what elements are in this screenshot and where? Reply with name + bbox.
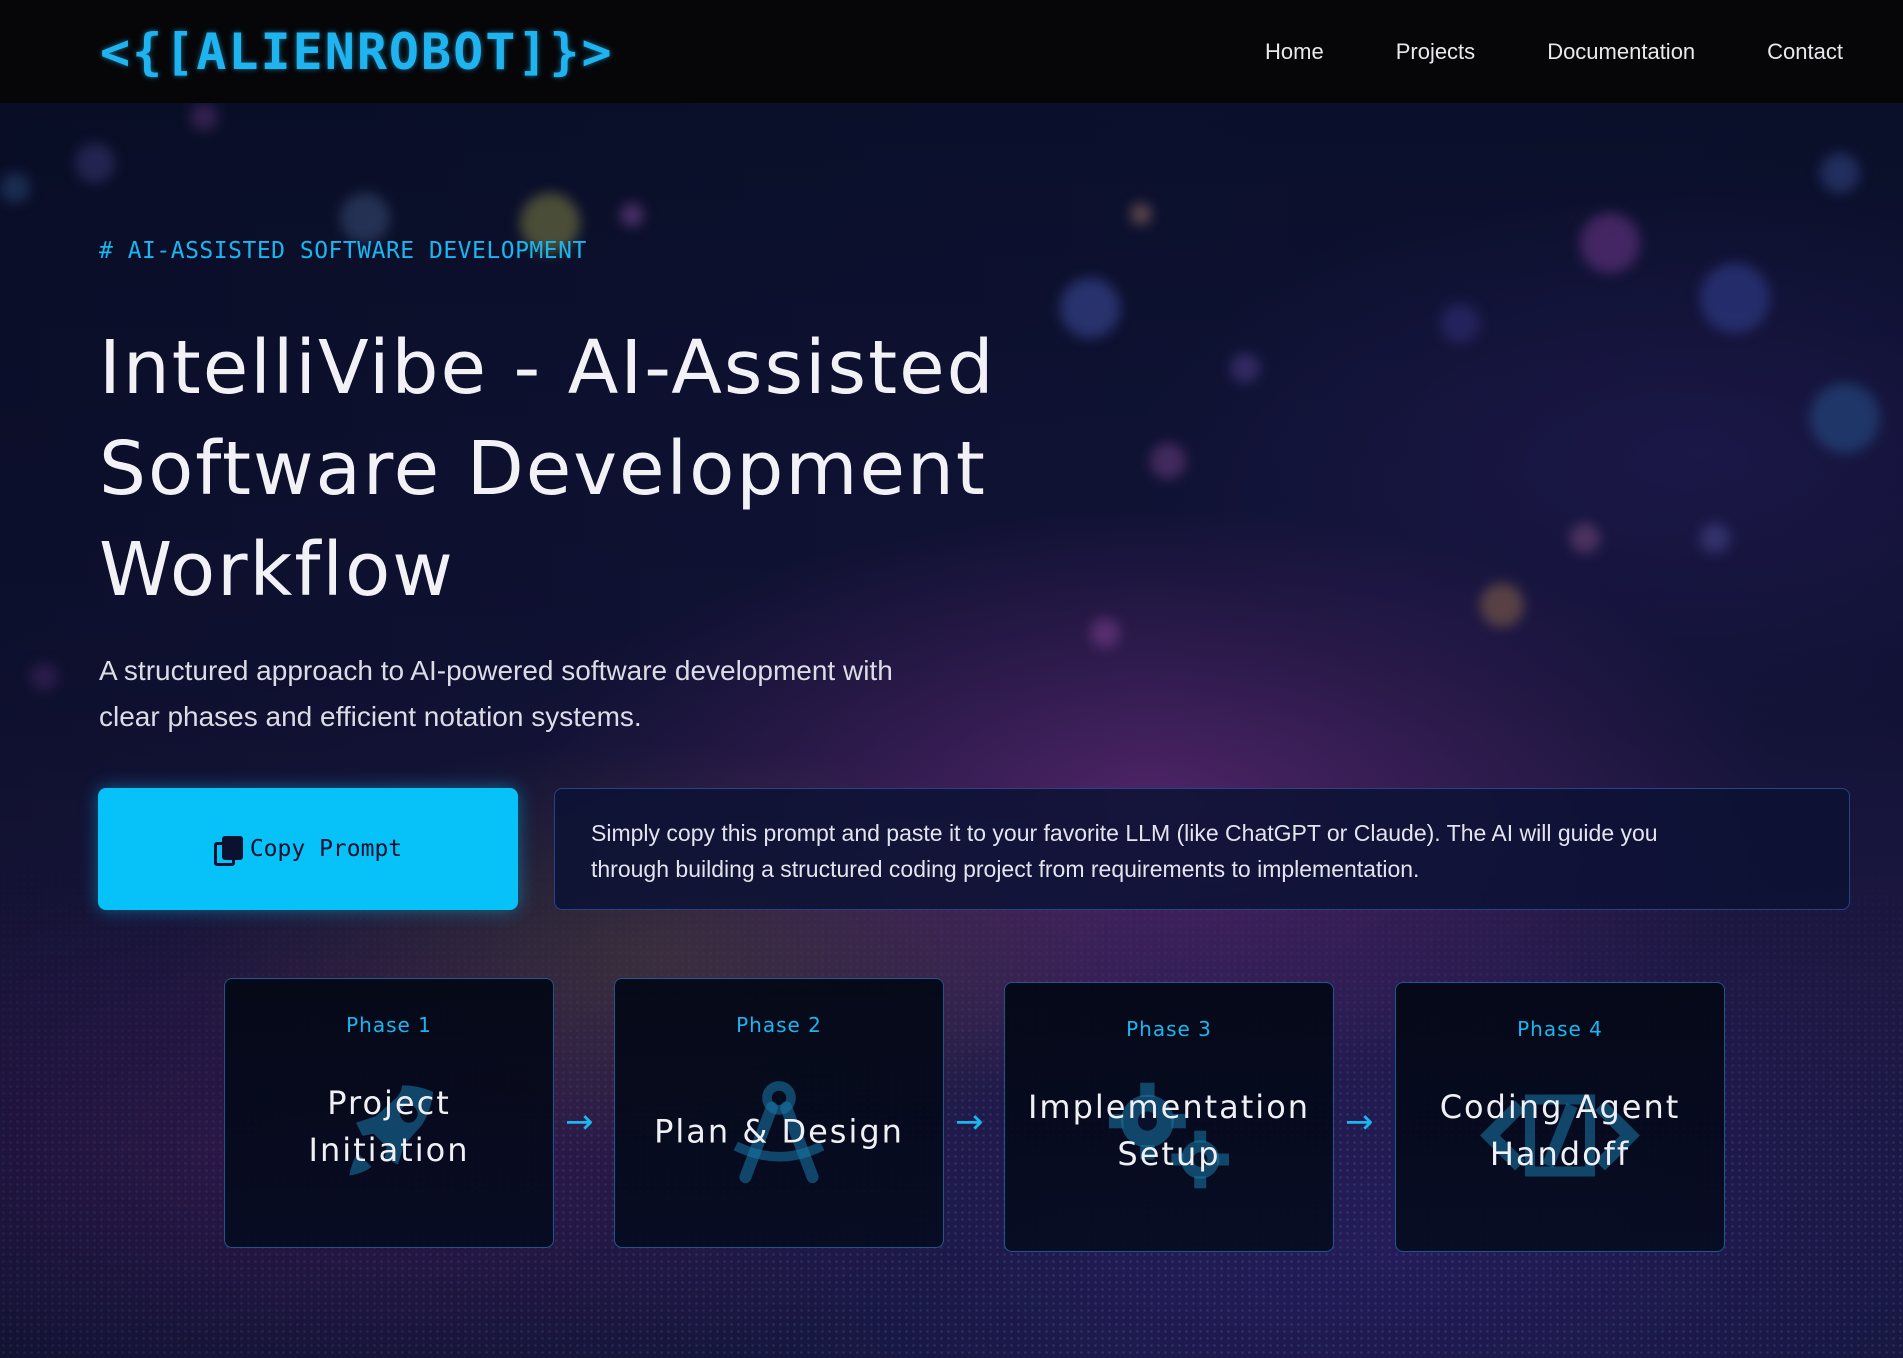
phase-label: Phase 3 (1126, 1017, 1212, 1041)
phase-title-line: Coding Agent (1439, 1088, 1681, 1127)
phase-label: Phase 2 (736, 1013, 822, 1037)
phase-title: Plan & Design (625, 1108, 933, 1155)
phase-card-3[interactable]: Phase 3 Implementation Setup (1004, 982, 1334, 1252)
phase-title-line: Project (327, 1084, 451, 1123)
hero-eyebrow: # AI-ASSISTED SOFTWARE DEVELOPMENT (99, 238, 587, 264)
phase-title-line: Initiation (308, 1131, 470, 1170)
phase-label: Phase 4 (1517, 1017, 1603, 1041)
nav-projects-link[interactable]: Projects (1396, 39, 1475, 65)
subtitle-line: clear phases and efficient notation syst… (99, 701, 642, 732)
phase-title-line: Plan & Design (654, 1112, 904, 1151)
arrow-icon: → (955, 1102, 984, 1142)
phase-title: Coding Agent Handoff (1406, 1084, 1714, 1178)
info-line: through building a structured coding pro… (591, 856, 1420, 882)
nav-contact-link[interactable]: Contact (1767, 39, 1843, 65)
info-line: Simply copy this prompt and paste it to … (591, 820, 1658, 846)
phase-title-line: Implementation (1027, 1088, 1311, 1127)
title-line: Software Development (99, 426, 987, 512)
phase-card-2[interactable]: Phase 2 Plan & Design (614, 978, 944, 1248)
prompt-info-box: Simply copy this prompt and paste it to … (554, 788, 1850, 910)
site-logo[interactable]: <{[ALIENROBOT]}> (100, 23, 614, 81)
phase-title: Implementation Setup (1015, 1084, 1323, 1178)
arrow-icon: → (1345, 1102, 1374, 1142)
nav-home-link[interactable]: Home (1265, 39, 1324, 65)
phase-card-4[interactable]: Phase 4 Coding Agent Handoff (1395, 982, 1725, 1252)
top-navbar: <{[ALIENROBOT]}> Home Projects Documenta… (0, 0, 1903, 103)
copy-icon (213, 836, 243, 866)
arrow-icon: → (565, 1102, 594, 1142)
phase-label: Phase 1 (346, 1013, 432, 1037)
title-line: Workflow (99, 527, 455, 613)
page-title: IntelliVibe - AI-Assisted Software Devel… (99, 318, 1179, 621)
phase-title-line: Setup (1117, 1135, 1221, 1174)
hero-subtitle: A structured approach to AI-powered soft… (99, 648, 1019, 740)
phase-card-1[interactable]: Phase 1 Project Initiation (224, 978, 554, 1248)
copy-prompt-label: Copy Prompt (249, 836, 403, 862)
phase-title: Project Initiation (235, 1080, 543, 1174)
main-nav: Home Projects Documentation Contact (1265, 39, 1843, 65)
title-line: IntelliVibe - AI-Assisted (99, 325, 996, 411)
nav-documentation-link[interactable]: Documentation (1547, 39, 1695, 65)
subtitle-line: A structured approach to AI-powered soft… (99, 655, 893, 686)
phase-title-line: Handoff (1489, 1135, 1631, 1174)
copy-prompt-button[interactable]: Copy Prompt (98, 788, 518, 910)
